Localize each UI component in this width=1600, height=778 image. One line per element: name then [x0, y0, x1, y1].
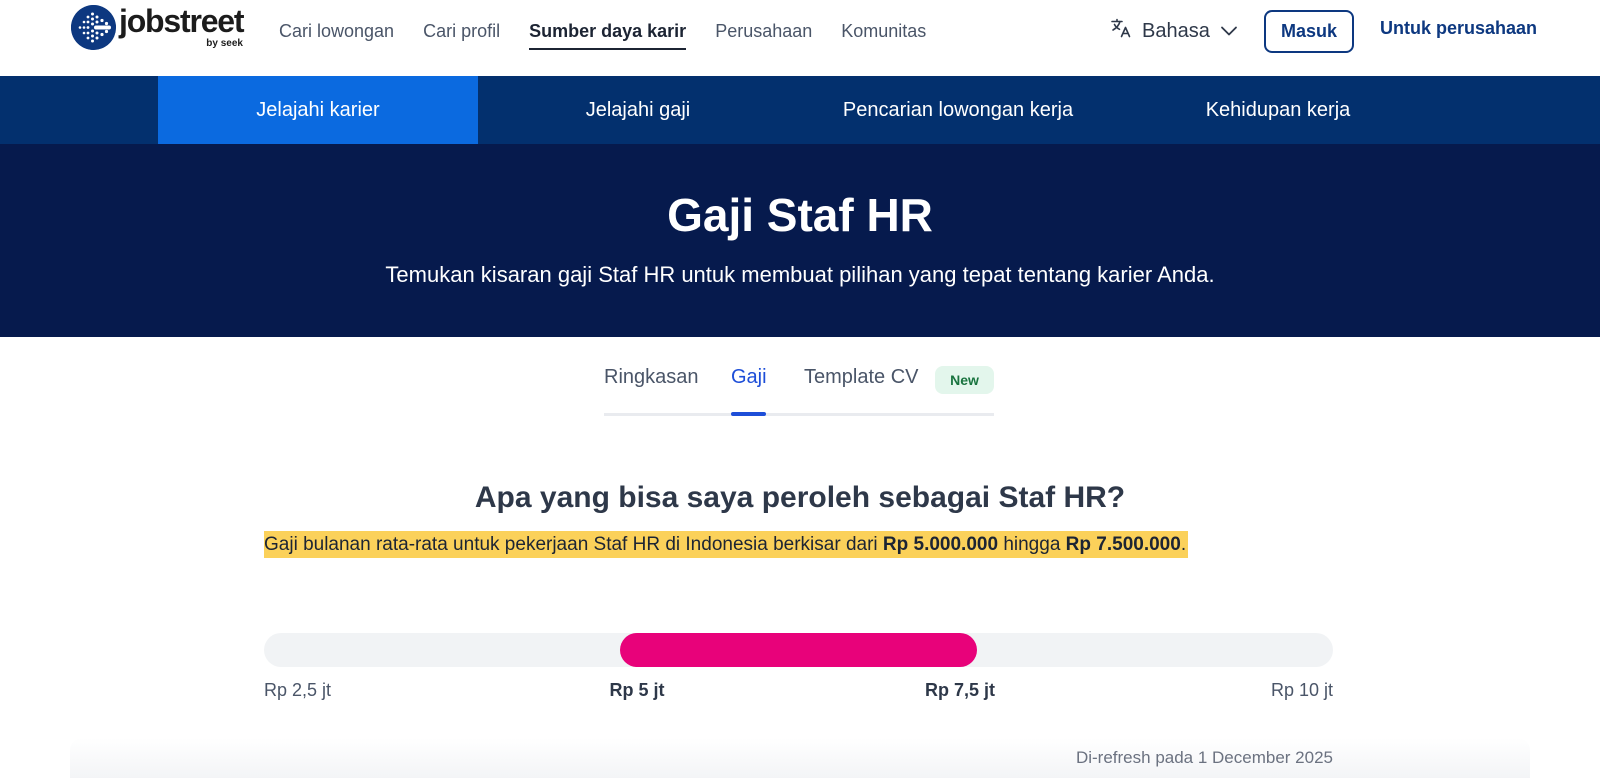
- nav-perusahaan[interactable]: Perusahaan: [715, 0, 812, 62]
- page-title: Gaji Staf HR: [667, 189, 933, 241]
- summary-suffix: .: [1180, 533, 1187, 555]
- summary-high-value: Rp 7.500.000: [1065, 533, 1181, 555]
- language-selector[interactable]: Bahasa: [1110, 16, 1238, 46]
- refreshed-date: Di-refresh pada 1 December 2025: [1075, 748, 1333, 767]
- tab-template-cv[interactable]: Template CV: [804, 366, 919, 389]
- translate-icon: [1110, 17, 1132, 45]
- subnav-jelajahi-karier[interactable]: Jelajahi karier: [158, 76, 478, 144]
- chevron-down-icon: [1220, 20, 1238, 43]
- career-subnav: Jelajahi karier Jelajahi gaji Pencarian …: [0, 76, 1600, 144]
- range-tick-high: Rp 7,5 jt: [925, 680, 996, 700]
- salary-range-track: [264, 633, 1333, 667]
- logo-subtext: by seek: [206, 38, 243, 49]
- summary-low-value: Rp 5.000.000: [882, 533, 999, 555]
- language-label: Bahasa: [1142, 19, 1210, 42]
- top-navigation: jobstreet by seek Cari lowongan Cari pro…: [0, 0, 1600, 76]
- employer-link[interactable]: Untuk perusahaan: [1380, 18, 1537, 39]
- nav-cari-lowongan[interactable]: Cari lowongan: [279, 0, 394, 62]
- tab-gaji[interactable]: Gaji: [731, 366, 767, 389]
- summary-prefix: Gaji bulanan rata-rata untuk pekerjaan S…: [264, 533, 878, 555]
- logo-wordmark: jobstreet: [119, 3, 245, 39]
- active-tab-indicator: [731, 412, 766, 416]
- range-tick-min: Rp 2,5 jt: [264, 680, 332, 700]
- salary-range-fill: [620, 633, 977, 667]
- content-tabs: Ringkasan Gaji Template CV New: [604, 360, 994, 416]
- primary-nav: Cari lowongan Cari profil Sumber daya ka…: [279, 0, 955, 62]
- subnav-jelajahi-gaji[interactable]: Jelajahi gaji: [478, 76, 798, 144]
- subnav-pencarian-lowongan[interactable]: Pencarian lowongan kerja: [798, 76, 1118, 144]
- range-tick-max: Rp 10 jt: [1271, 680, 1334, 700]
- subnav-kehidupan-kerja[interactable]: Kehidupan kerja: [1118, 76, 1438, 144]
- summary-mid: hingga: [1003, 533, 1061, 555]
- salary-question-heading: Apa yang bisa saya peroleh sebagai Staf …: [474, 481, 1126, 514]
- tab-ringkasan[interactable]: Ringkasan: [604, 366, 699, 389]
- nav-komunitas[interactable]: Komunitas: [841, 0, 926, 62]
- nav-cari-profil[interactable]: Cari profil: [423, 0, 500, 62]
- login-button[interactable]: Masuk: [1264, 10, 1354, 53]
- new-badge: New: [935, 366, 994, 394]
- hero-banner: Gaji Staf HR Temukan kisaran gaji Staf H…: [0, 144, 1600, 337]
- salary-summary: Gaji bulanan rata-rata untuk pekerjaan S…: [264, 531, 1189, 558]
- page-subtitle: Temukan kisaran gaji Staf HR untuk membu…: [385, 262, 1215, 287]
- jobstreet-logo-icon: [71, 4, 116, 50]
- range-tick-low: Rp 5 jt: [609, 680, 665, 700]
- jobstreet-logo[interactable]: jobstreet by seek: [71, 3, 245, 50]
- nav-sumber-daya-karir[interactable]: Sumber daya karir: [529, 0, 687, 62]
